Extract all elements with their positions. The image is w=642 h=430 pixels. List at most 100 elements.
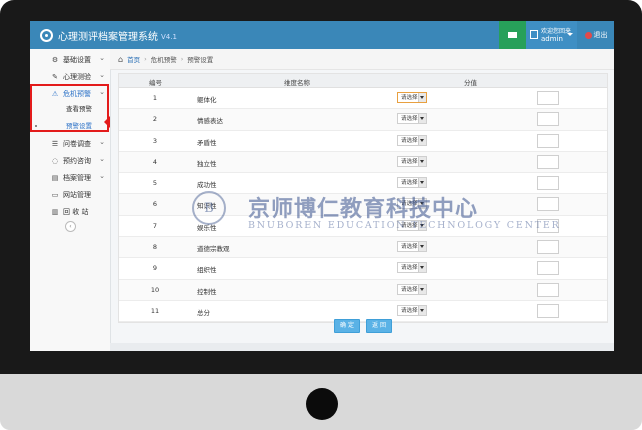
chevron-down-icon — [418, 93, 426, 102]
row-number: 9 — [152, 264, 158, 273]
score-input[interactable] — [537, 303, 559, 318]
watermark-text-cn: 京师博仁教育科技中心 — [248, 197, 479, 222]
row-number: 1 — [152, 94, 158, 102]
chat-icon: ◌ — [51, 156, 59, 165]
column-header-no: 编号 — [149, 79, 162, 87]
sidebar-item-website[interactable]: ▭ 网站管理 — [30, 186, 110, 203]
chevron-down-icon: ⌄ — [99, 138, 105, 146]
sidebar-item-label: 回 收 站 — [63, 207, 89, 216]
operator-select[interactable]: 请选择 — [397, 155, 427, 167]
sidebar-item-label: 基础设置 — [63, 55, 91, 64]
app-screen: 心理测评档案管理系统 V4.1 欢迎您回来 admin 退出 ⚙ 基础设置 ⌄ … — [30, 21, 614, 351]
operator-select[interactable]: 请选择 — [397, 304, 427, 316]
confirm-button[interactable]: 确 定 — [334, 319, 360, 333]
mail-button[interactable] — [499, 21, 526, 49]
row-number: 6 — [152, 200, 158, 209]
table-row: 4 独立性 请选择 — [119, 151, 607, 174]
sidebar-item-recycle-bin[interactable]: ▥ 回 收 站 — [30, 203, 110, 220]
table-row: 2 情感表达 请选择 — [119, 109, 607, 131]
back-button[interactable]: 返 回 — [366, 319, 392, 333]
row-number: 2 — [152, 115, 158, 124]
operator-select[interactable]: 请选择 — [397, 113, 427, 125]
highlight-box — [30, 84, 109, 132]
breadcrumb-separator: › — [144, 55, 147, 63]
chevron-down-icon — [418, 114, 426, 124]
logout-button[interactable]: 退出 — [578, 21, 614, 49]
table-header: 编号 维度名称 分值 — [119, 74, 607, 88]
table-row: 1 躯体化 请选择 — [119, 88, 607, 110]
dimension-name: 道德宗教观 — [197, 245, 230, 254]
sidebar-item-label: 档案管理 — [63, 173, 91, 182]
sidebar-item-label: 预约咨询 — [63, 156, 91, 165]
chevron-down-icon: ⌄ — [99, 54, 105, 62]
sidebar-item-basic-settings[interactable]: ⚙ 基础设置 ⌄ — [30, 51, 110, 68]
chevron-down-icon: ⌄ — [99, 155, 105, 163]
watermark-text-en: BNUBOREN EDUCATION TECHNOLOGY CENTER — [248, 220, 561, 231]
score-input[interactable] — [537, 154, 559, 169]
username: admin — [541, 35, 563, 43]
dimension-name: 控制性 — [197, 287, 217, 296]
sidebar-item-questionnaire[interactable]: ☰ 问卷调查 ⌄ — [30, 135, 110, 152]
dimension-name: 情感表达 — [197, 117, 223, 126]
score-input[interactable] — [537, 91, 559, 105]
row-number: 11 — [150, 306, 160, 315]
operator-select[interactable]: 请选择 — [397, 134, 427, 146]
chevron-down-icon — [418, 135, 426, 145]
user-avatar-icon — [530, 30, 538, 39]
table-row: 9 组织性 请选择 — [119, 258, 607, 280]
trash-icon: ▥ — [51, 207, 59, 216]
dimension-name: 矛盾性 — [197, 138, 217, 147]
dimension-name: 躯体化 — [197, 96, 217, 104]
sidebar-item-label: 问卷调查 — [63, 139, 91, 148]
power-icon — [584, 31, 592, 39]
chevron-down-icon — [418, 178, 426, 188]
score-input[interactable] — [537, 261, 559, 276]
app-title: 心理测评档案管理系统 — [58, 31, 158, 43]
breadcrumb-parent[interactable]: 危机预警 — [151, 54, 177, 64]
top-bar: 心理测评档案管理系统 V4.1 欢迎您回来 admin 退出 — [30, 21, 614, 49]
select-value: 请选择 — [401, 286, 418, 293]
dimension-name: 独立性 — [197, 159, 217, 168]
operator-select[interactable]: 请选择 — [397, 177, 427, 189]
envelope-icon — [508, 32, 517, 38]
select-value: 请选择 — [401, 244, 418, 251]
row-number: 4 — [152, 157, 158, 166]
select-value: 请选择 — [401, 95, 418, 101]
sidebar-item-psych-test[interactable]: ✎ 心理测验 ⌄ — [30, 68, 110, 85]
row-number: 7 — [152, 221, 158, 230]
column-header-dimension: 维度名称 — [284, 79, 310, 87]
sidebar-item-label: 心理测验 — [63, 72, 91, 81]
edit-icon: ✎ — [52, 72, 58, 81]
chevron-down-icon — [567, 33, 573, 36]
chevron-down-icon — [418, 156, 426, 166]
score-input[interactable] — [537, 133, 559, 148]
score-input[interactable] — [537, 176, 559, 191]
sidebar-item-archive[interactable]: ▤ 档案管理 ⌄ — [30, 169, 110, 186]
breadcrumb-home[interactable]: 首页 — [127, 54, 140, 64]
operator-select[interactable]: 请选择 — [397, 283, 427, 295]
dimension-name: 成功性 — [197, 181, 217, 190]
app-logo-icon — [40, 28, 53, 42]
operator-select[interactable]: 请选择 — [397, 92, 427, 103]
chevron-down-icon — [418, 263, 426, 273]
operator-select[interactable]: 请选择 — [397, 262, 427, 274]
gear-icon: ⚙ — [51, 55, 59, 64]
app-version: V4.1 — [161, 32, 177, 41]
monitor-icon: ▭ — [51, 190, 59, 199]
user-menu[interactable]: 欢迎您回来 admin — [526, 21, 577, 49]
operator-select[interactable]: 请选择 — [397, 241, 427, 253]
collapse-sidebar-button[interactable]: ‹ — [65, 221, 76, 232]
monitor-button — [306, 388, 338, 420]
score-input[interactable] — [537, 282, 559, 297]
row-number: 10 — [150, 285, 160, 294]
chevron-down-icon: ⌄ — [99, 172, 105, 180]
score-input[interactable] — [537, 240, 559, 255]
score-input[interactable] — [537, 197, 559, 212]
score-input[interactable] — [537, 112, 559, 127]
bottom-bar — [110, 343, 614, 351]
chevron-down-icon — [418, 242, 426, 252]
row-number: 8 — [152, 243, 158, 252]
breadcrumb-separator: › — [180, 55, 184, 63]
sidebar-item-appointment[interactable]: ◌ 预约咨询 ⌄ — [30, 152, 110, 169]
watermark-logo-letter: B — [204, 201, 214, 216]
